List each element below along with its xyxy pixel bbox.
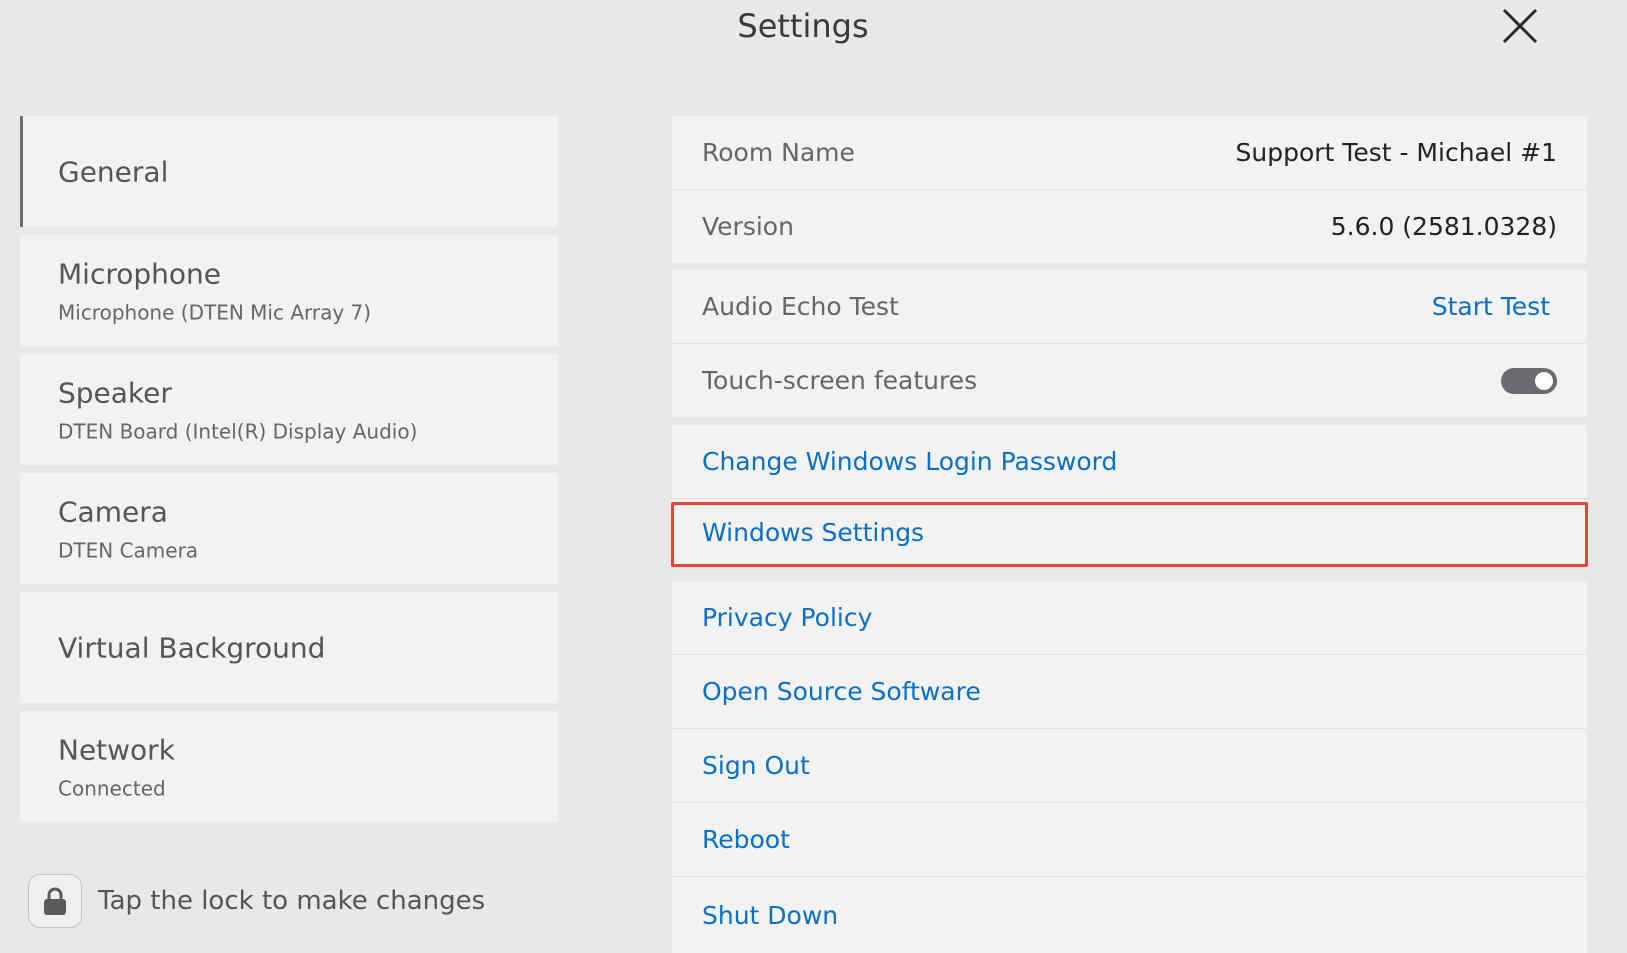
sidebar-item-subtitle: DTEN Board (Intel(R) Display Audio) [58, 419, 418, 443]
toggle-knob [1535, 371, 1553, 390]
sidebar-item-camera[interactable]: Camera DTEN Camera [20, 473, 558, 584]
reboot-link[interactable]: Reboot [702, 825, 790, 854]
shut-down-link[interactable]: Shut Down [702, 901, 838, 930]
touch-screen-row: Touch-screen features [672, 344, 1587, 417]
sidebar-item-title: Speaker [58, 376, 172, 409]
windows-settings-link[interactable]: Windows Settings [702, 518, 924, 547]
room-name-label: Room Name [702, 138, 855, 167]
sidebar-item-title: Network [58, 733, 175, 766]
sidebar-item-microphone[interactable]: Microphone Microphone (DTEN Mic Array 7) [20, 235, 558, 346]
touch-screen-label: Touch-screen features [702, 366, 978, 395]
close-icon [1502, 8, 1538, 44]
lock-area: Tap the lock to make changes [28, 873, 485, 929]
link-row: Sign Out [672, 729, 1587, 802]
link-row: Open Source Software [672, 655, 1587, 728]
sidebar-item-subtitle: Microphone (DTEN Mic Array 7) [58, 300, 372, 324]
version-value: 5.6.0 (2581.0328) [1330, 212, 1557, 241]
link-row: Change Windows Login Password [672, 425, 1587, 498]
start-test-button[interactable]: Start Test [1432, 292, 1550, 321]
room-name-value: Support Test - Michael #1 [1235, 138, 1557, 167]
sidebar-item-virtual-background[interactable]: Virtual Background [20, 592, 558, 703]
sidebar-item-title: General [58, 155, 169, 188]
touch-screen-toggle[interactable] [1501, 367, 1557, 394]
lock-hint-text: Tap the lock to make changes [98, 886, 486, 916]
audio-echo-test-label: Audio Echo Test [702, 292, 899, 321]
version-row: Version 5.6.0 (2581.0328) [672, 190, 1587, 263]
lock-icon [44, 887, 66, 915]
version-label: Version [702, 212, 794, 241]
sidebar-item-title: Microphone [58, 257, 221, 290]
sidebar-item-speaker[interactable]: Speaker DTEN Board (Intel(R) Display Aud… [20, 354, 558, 465]
link-row: Reboot [672, 803, 1587, 876]
open-source-software-link[interactable]: Open Source Software [702, 677, 981, 706]
audio-echo-test-row: Audio Echo Test Start Test [672, 270, 1587, 343]
sidebar-item-network[interactable]: Network Connected [20, 711, 558, 822]
page-title: Settings [737, 7, 869, 45]
sidebar-item-subtitle: DTEN Camera [58, 538, 199, 562]
sidebar-item-subtitle: Connected [58, 776, 166, 800]
sign-out-link[interactable]: Sign Out [702, 751, 810, 780]
sidebar-item-title: Camera [58, 495, 168, 528]
close-button[interactable] [1500, 6, 1540, 46]
room-name-row: Room Name Support Test - Michael #1 [672, 116, 1587, 189]
lock-button[interactable] [28, 874, 82, 928]
sidebar-item-general[interactable]: General [20, 116, 558, 227]
link-row: Windows Settings [672, 499, 1587, 565]
privacy-policy-link[interactable]: Privacy Policy [702, 603, 872, 632]
sidebar-item-title: Virtual Background [58, 631, 326, 664]
link-row: Shut Down [672, 877, 1587, 953]
change-windows-login-password-link[interactable]: Change Windows Login Password [702, 447, 1117, 476]
link-row: Privacy Policy [672, 581, 1587, 654]
